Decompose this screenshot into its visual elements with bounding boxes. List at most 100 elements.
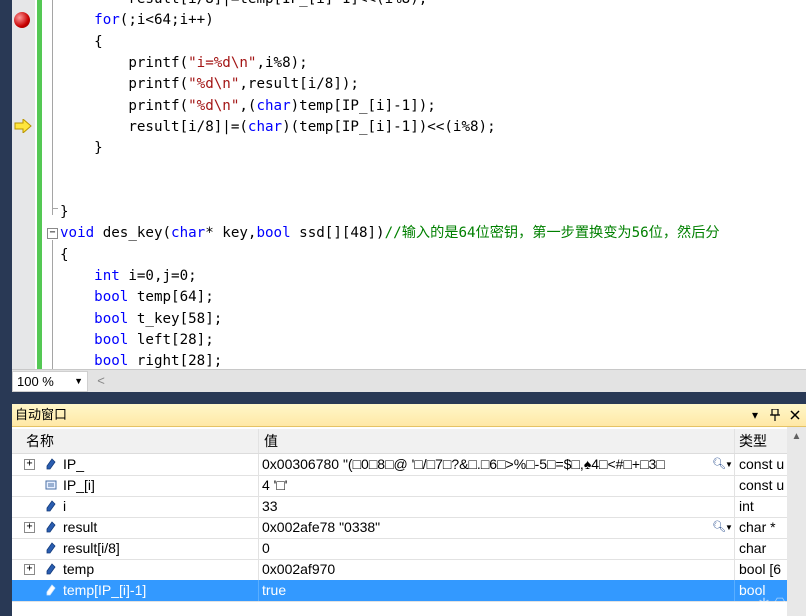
code-text: t_key[58];: [128, 310, 223, 327]
table-row[interactable]: i 33 int: [12, 496, 787, 518]
cell-name: result[i/8]: [63, 540, 120, 556]
close-icon[interactable]: [790, 410, 800, 420]
column-header-type[interactable]: 类型: [739, 429, 767, 453]
code-keyword: bool: [94, 289, 129, 306]
scroll-left-button[interactable]: <: [92, 371, 110, 390]
code-line[interactable]: printf("%d\n",(char)temp[IP_[i]-1]);: [60, 96, 436, 117]
column-header-name[interactable]: 名称: [26, 429, 54, 453]
variable-icon: [46, 500, 56, 512]
variable-icon: [46, 458, 56, 470]
pin-icon[interactable]: [770, 409, 780, 421]
variable-icon: [46, 563, 56, 575]
cell-value[interactable]: 4 '□': [262, 475, 732, 496]
code-line[interactable]: }: [60, 202, 69, 223]
code-line[interactable]: {: [60, 245, 69, 266]
code-line[interactable]: printf("i=%d\n",i%8);: [60, 53, 308, 74]
expand-icon[interactable]: +: [24, 564, 35, 575]
column-divider: [258, 559, 259, 580]
table-row[interactable]: IP_[i] 4 '□' const u: [12, 475, 787, 497]
scroll-up-icon[interactable]: ▲: [787, 431, 806, 442]
magnifier-icon[interactable]: 🔍︎: [712, 517, 726, 538]
cell-value[interactable]: 0x002af970: [262, 559, 732, 580]
code-line[interactable]: printf("%d\n",result[i/8]);: [60, 74, 359, 95]
column-header-value[interactable]: 值: [264, 429, 278, 453]
chevron-down-icon[interactable]: ▼: [725, 454, 733, 475]
code-line[interactable]: result[i/8]|=(char)(temp[IP_[i]-1])<<(i%…: [60, 117, 495, 138]
code-line[interactable]: result[i/8]|=temp[IP_[i]-1]<<(i%8);: [60, 0, 427, 10]
expand-icon[interactable]: +: [24, 522, 35, 533]
code-text: ,i%8);: [256, 54, 308, 71]
column-divider: [258, 475, 259, 496]
column-divider: [734, 517, 735, 538]
code-line[interactable]: bool t_key[58];: [60, 309, 222, 330]
code-line[interactable]: }: [60, 138, 103, 159]
variable-icon: [46, 584, 56, 596]
autos-grid[interactable]: 名称 值 类型 + IP_ 0x00306780 "(□0□8□@ '□/□7□?&…: [12, 427, 806, 616]
dropdown-icon[interactable]: ▾: [752, 404, 758, 426]
table-row[interactable]: + result 0x002afe78 "0338" char * 🔍︎ ▼: [12, 517, 787, 539]
expand-icon[interactable]: +: [24, 459, 35, 470]
column-divider: [734, 538, 735, 559]
cell-value[interactable]: 0x00306780 "(□0□8□@ '□/□7□?&□.□6□>%□-5□=…: [262, 454, 732, 475]
column-divider: [734, 454, 735, 475]
table-row[interactable]: + IP_ 0x00306780 "(□0□8□@ '□/□7□?&□.□6□>%□…: [12, 454, 787, 476]
code-line[interactable]: int i=0,j=0;: [60, 266, 197, 287]
code-line[interactable]: bool right[28];: [60, 351, 222, 369]
outline-line: [52, 240, 53, 369]
grid-header: 名称 值 类型: [12, 429, 787, 454]
table-row[interactable]: result[i/8] 0 char: [12, 538, 787, 560]
vertical-scrollbar[interactable]: ▲: [787, 427, 806, 616]
code-text: printf(: [60, 76, 189, 93]
code-editor[interactable]: − result[i/8]|=temp[IP_[i]-1]<<(i%8); fo…: [12, 0, 806, 369]
cell-name: result: [63, 519, 98, 535]
code-keyword: int: [94, 267, 120, 284]
code-text: result[i/8]|=temp[IP_[i]-1]<<(i%8);: [60, 0, 427, 7]
code-text: i=0,j=0;: [119, 267, 197, 284]
code-text: }: [60, 140, 103, 157]
code-area[interactable]: result[i/8]|=temp[IP_[i]-1]<<(i%8); for(…: [60, 0, 806, 369]
code-line[interactable]: {: [60, 32, 103, 53]
code-line[interactable]: void des_key(char* key,bool ssd[][48])//…: [60, 223, 720, 244]
column-divider: [258, 538, 259, 559]
column-divider: [258, 454, 259, 475]
collapse-toggle[interactable]: −: [47, 228, 58, 239]
code-line[interactable]: bool left[28];: [60, 330, 214, 351]
column-divider[interactable]: [734, 429, 735, 453]
cell-value[interactable]: 33: [262, 496, 732, 517]
code-text: result[i/8]|=(: [60, 118, 248, 135]
code-text: right[28];: [128, 353, 223, 369]
code-text: ,result[i/8]);: [239, 76, 359, 93]
panel-title: 自动窗口: [15, 407, 68, 422]
cell-type: char *: [739, 519, 776, 535]
code-string: "i=%d\n": [188, 54, 257, 71]
code-keyword: bool: [94, 331, 129, 348]
table-row[interactable]: temp[IP_[i]-1] true bool: [12, 580, 787, 602]
indicator-margin[interactable]: [12, 0, 35, 369]
cell-name: IP_[i]: [63, 477, 95, 493]
code-keyword: char: [256, 97, 291, 114]
cell-type: bool [6: [739, 561, 782, 577]
cell-type: char: [739, 540, 767, 556]
code-text: des_key(: [94, 225, 172, 242]
code-line[interactable]: for(;i<64;i++): [60, 10, 214, 31]
code-line[interactable]: bool temp[64];: [60, 287, 214, 308]
cell-type: const u: [739, 456, 785, 472]
column-divider: [734, 496, 735, 517]
cell-value[interactable]: true: [262, 580, 732, 601]
current-statement-arrow-icon: [14, 119, 32, 133]
cell-value[interactable]: 0x002afe78 "0338": [262, 517, 732, 538]
code-text: ,(: [239, 97, 257, 114]
chevron-down-icon[interactable]: ▼: [725, 517, 733, 538]
code-text: printf(: [60, 54, 189, 71]
column-divider[interactable]: [258, 429, 259, 453]
code-comment: //输入的是64位密钥，第一步置换变为56位，然后分: [384, 225, 720, 242]
magnifier-icon[interactable]: 🔍︎: [712, 454, 726, 475]
zoom-dropdown[interactable]: 100 % ▼: [12, 371, 88, 392]
cell-value[interactable]: 0: [262, 538, 732, 559]
breakpoint-icon[interactable]: [14, 12, 30, 28]
table-row[interactable]: + temp 0x002af970 bool [6: [12, 559, 787, 581]
